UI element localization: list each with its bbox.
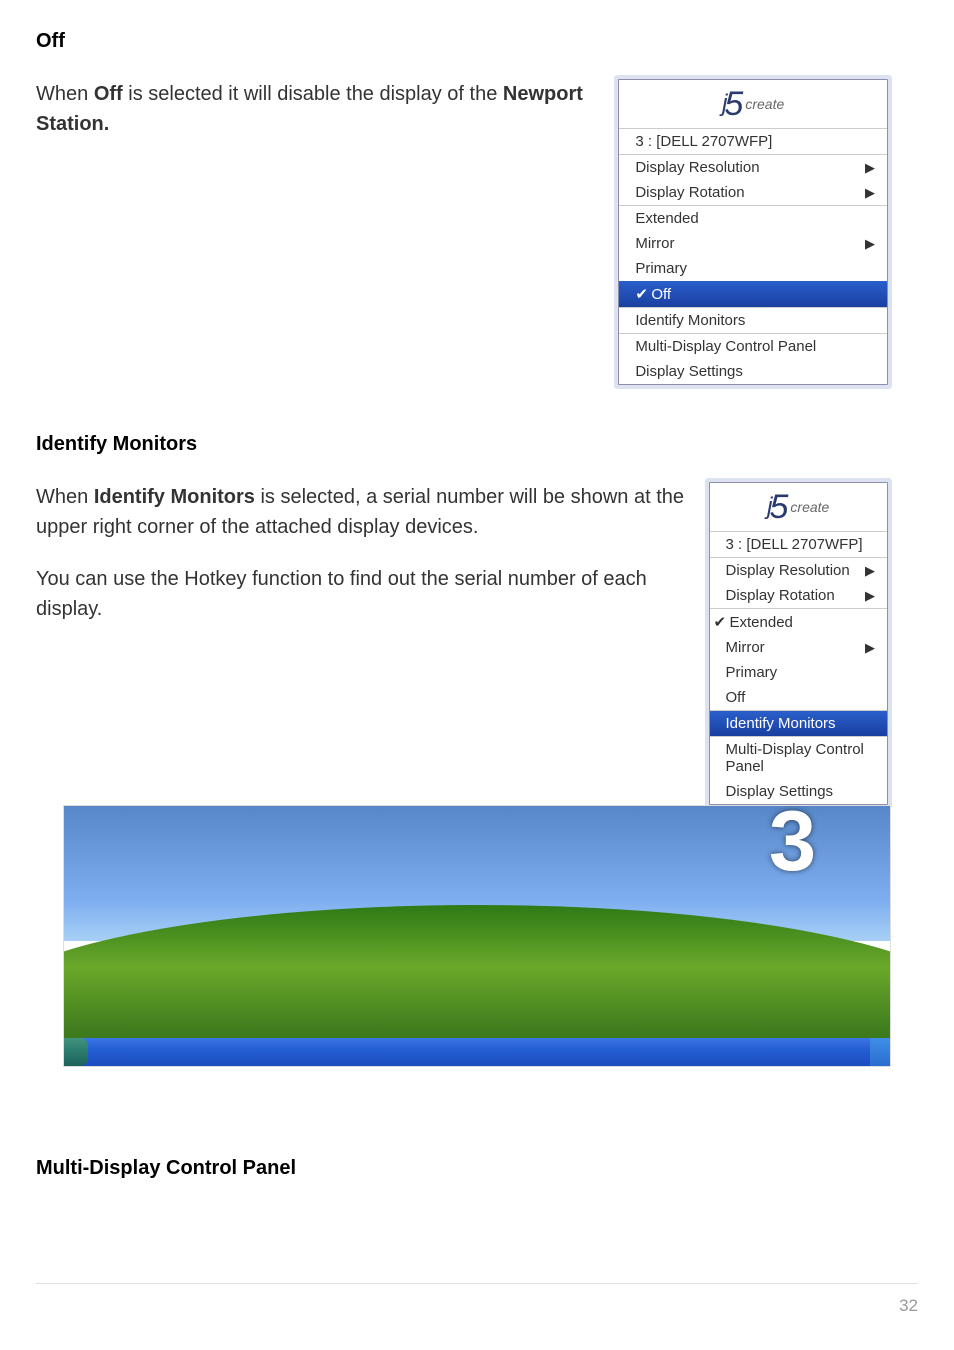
- menu-item-multi-display-cp[interactable]: Multi-Display Control Panel: [710, 737, 888, 779]
- menu-item-off[interactable]: ✔Off: [619, 281, 887, 307]
- system-tray[interactable]: [870, 1038, 890, 1066]
- menu-item-primary[interactable]: Primary: [619, 256, 887, 281]
- taskbar: [64, 1038, 890, 1066]
- chevron-right-icon: ▶: [865, 236, 875, 252]
- menu-item-off[interactable]: Off: [710, 685, 888, 710]
- menu-item-extended[interactable]: Extended: [619, 206, 887, 231]
- menu-device-label: 3 : [DELL 2707WFP]: [710, 532, 888, 557]
- menu-item-primary[interactable]: Primary: [710, 660, 888, 685]
- chevron-right-icon: ▶: [865, 640, 875, 656]
- desktop-screenshot: 3: [63, 805, 891, 1067]
- start-button[interactable]: [64, 1038, 88, 1066]
- paragraph-identify-1: When Identify Monitors is selected, a se…: [36, 482, 685, 542]
- menu-item-identify-monitors[interactable]: Identify Monitors: [710, 711, 888, 736]
- check-icon: ✔: [635, 285, 651, 303]
- menu-item-display-rotation[interactable]: Display Rotation▶: [619, 180, 887, 205]
- menu-item-mirror[interactable]: Mirror▶: [619, 231, 887, 256]
- context-menu-identify: j5create 3 : [DELL 2707WFP] Display Reso…: [709, 482, 889, 805]
- document-page: Off When Off is selected it will disable…: [0, 0, 954, 1350]
- menu-item-extended[interactable]: ✔Extended: [710, 609, 888, 635]
- chevron-right-icon: ▶: [865, 160, 875, 176]
- menu-item-display-settings[interactable]: Display Settings: [710, 779, 888, 804]
- menu-item-display-resolution[interactable]: Display Resolution▶: [619, 155, 887, 180]
- logo-icon: j5create: [710, 483, 888, 531]
- paragraph-identify-2: You can use the Hotkey function to find …: [36, 564, 685, 624]
- menu-item-multi-display-cp[interactable]: Multi-Display Control Panel: [619, 334, 887, 359]
- menu-item-identify-monitors[interactable]: Identify Monitors: [619, 308, 887, 333]
- heading-multi-display-cp: Multi-Display Control Panel: [36, 1157, 918, 1180]
- menu-item-display-rotation[interactable]: Display Rotation▶: [710, 583, 888, 608]
- paragraph-identify-group: When Identify Monitors is selected, a se…: [36, 482, 685, 624]
- paragraph-off: When Off is selected it will disable the…: [36, 79, 594, 139]
- page-number: 32: [899, 1296, 918, 1316]
- check-icon: ✔: [714, 613, 730, 631]
- menu-item-display-resolution[interactable]: Display Resolution▶: [710, 558, 888, 583]
- heading-off: Off: [36, 30, 918, 53]
- monitor-overlay-number: 3: [695, 812, 890, 872]
- heading-identify-monitors: Identify Monitors: [36, 433, 918, 456]
- context-menu-off: j5create 3 : [DELL 2707WFP] Display Reso…: [618, 79, 888, 385]
- logo-icon: j5create: [619, 80, 887, 128]
- chevron-right-icon: ▶: [865, 588, 875, 604]
- chevron-right-icon: ▶: [865, 185, 875, 201]
- menu-device-label: 3 : [DELL 2707WFP]: [619, 129, 887, 154]
- menu-item-mirror[interactable]: Mirror▶: [710, 635, 888, 660]
- footer-divider: [36, 1283, 918, 1284]
- chevron-right-icon: ▶: [865, 563, 875, 579]
- menu-item-display-settings[interactable]: Display Settings: [619, 359, 887, 384]
